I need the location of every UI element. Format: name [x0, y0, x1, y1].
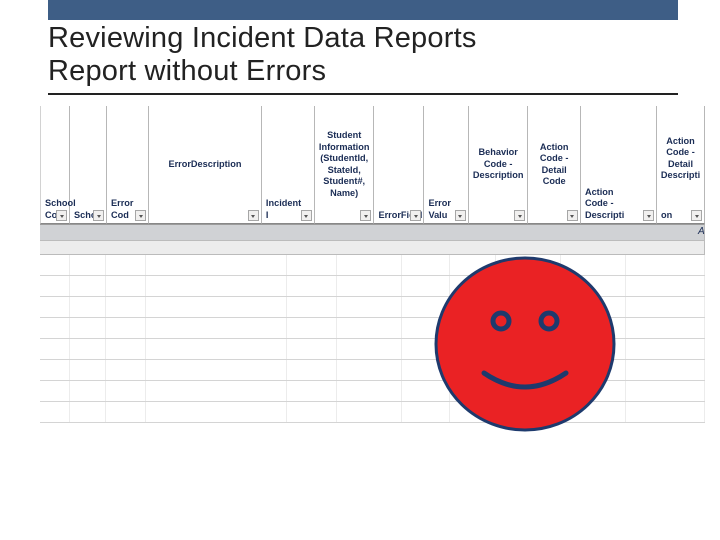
- column-header: Action Code - Detail Description: [657, 106, 705, 224]
- filter-dropdown-icon[interactable]: [567, 210, 578, 221]
- title-line-2: Report without Errors: [48, 55, 326, 87]
- column-header: ErrorDescription: [149, 106, 262, 224]
- filter-dropdown-icon[interactable]: [301, 210, 312, 221]
- column-header: Error Valu: [424, 106, 468, 224]
- column-header: Schoo: [70, 106, 107, 224]
- title-line-1: Reviewing Incident Data Reports: [48, 22, 477, 54]
- floating-label-a: A: [698, 226, 705, 237]
- slide-title: Reviewing Incident Data Reports Report w…: [48, 22, 678, 95]
- column-header: ErrorField: [374, 106, 424, 224]
- column-header-upper: [378, 108, 419, 210]
- column-header: Behavior Code - Description: [469, 106, 529, 224]
- column-header: Error Cod: [107, 106, 149, 224]
- column-header-upper: Behavior Code - Description: [473, 108, 524, 221]
- smiley-face-icon: [434, 253, 616, 435]
- filter-dropdown-icon[interactable]: [56, 210, 67, 221]
- column-header-upper: Action Code - Detail Code: [532, 108, 575, 221]
- column-header: Action Code - Detail Code: [528, 106, 580, 224]
- filter-dropdown-icon[interactable]: [135, 210, 146, 221]
- column-header-upper: [266, 108, 310, 198]
- spreadsheet-header: School CodSchooError CodErrorDescription…: [40, 106, 705, 236]
- column-header-upper: [111, 108, 144, 198]
- column-header: Action Code - Descripti: [581, 106, 657, 224]
- column-header: School Cod: [40, 106, 70, 224]
- filter-dropdown-icon[interactable]: [248, 210, 259, 221]
- column-header-upper: [585, 108, 652, 187]
- highlight-row: [40, 224, 705, 241]
- filter-dropdown-icon[interactable]: [93, 210, 104, 221]
- filter-dropdown-icon[interactable]: [691, 210, 702, 221]
- column-header-lower: Action Code - Descripti: [585, 187, 652, 222]
- column-header-upper: [45, 108, 65, 198]
- column-header: Student Information (StudentId, StateId,…: [315, 106, 375, 224]
- column-header-upper: Action Code - Detail Descripti: [661, 108, 700, 210]
- slide-accent-bar: [48, 0, 678, 20]
- column-header-upper: Student Information (StudentId, StateId,…: [319, 108, 370, 221]
- column-header-upper: ErrorDescription: [153, 108, 257, 221]
- column-header-upper: [428, 108, 463, 198]
- column-header: Incident I: [262, 106, 315, 224]
- filter-dropdown-icon[interactable]: [514, 210, 525, 221]
- filter-dropdown-icon[interactable]: [643, 210, 654, 221]
- filter-dropdown-icon[interactable]: [410, 210, 421, 221]
- filter-dropdown-icon[interactable]: [455, 210, 466, 221]
- column-header-upper: [74, 108, 102, 210]
- filter-dropdown-icon[interactable]: [360, 210, 371, 221]
